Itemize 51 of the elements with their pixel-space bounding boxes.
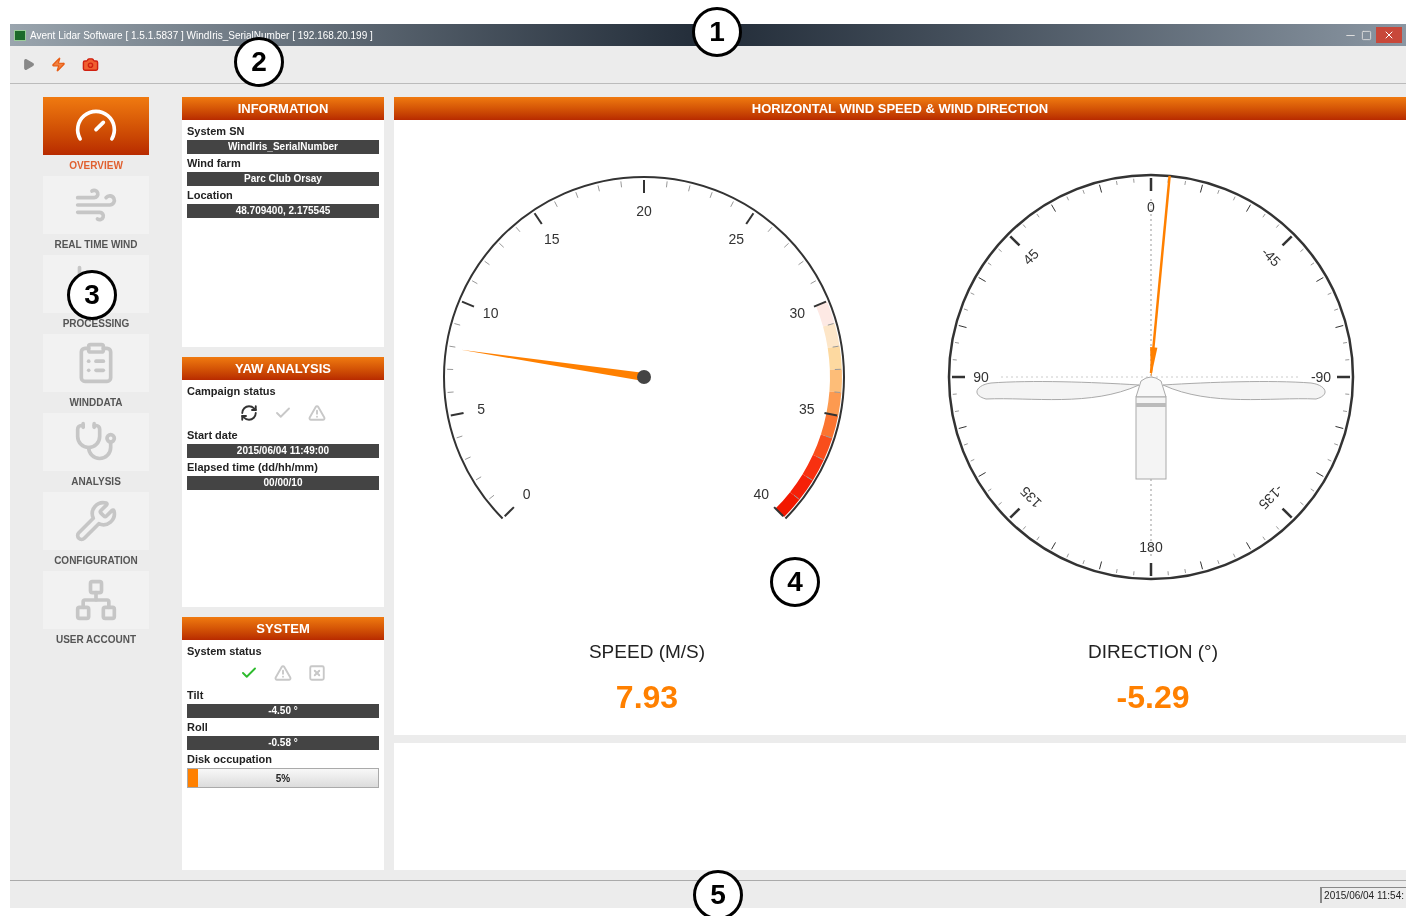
nav-label: REAL TIME WIND [54,238,138,252]
gauge-tick-label: 15 [544,231,560,247]
compass-label: 90 [973,369,989,385]
field-label: Wind farm [187,156,242,171]
panel-header: HORIZONTAL WIND SPEED & WIND DIRECTION [394,97,1406,120]
panel-header: YAW ANALYSIS [182,357,384,380]
field-label: System status [187,644,263,659]
field-value: 00/00/10 [187,476,379,490]
gauge-tick-label: 25 [728,231,744,247]
field-label: System SN [187,124,246,139]
nav-label: CONFIGURATION [54,554,138,568]
field-value: 48.709400, 2.175545 [187,204,379,218]
gauge-tick-label: 10 [482,305,499,322]
readout-label: SPEED (M/S) [588,640,706,664]
field-label: Start date [187,428,239,443]
readout-label: DIRECTION (°) [1088,640,1218,664]
field-value: WindIris_SerialNumber [187,140,379,154]
compass-label: 180 [1139,539,1163,555]
nav-label: USER ACCOUNT [55,633,137,647]
progress-reading: 5% [275,771,291,786]
gauge-tick-label: 20 [636,203,652,219]
field-label: Disk occupation [187,752,273,767]
field-label: Campaign status [187,384,277,399]
nav-label: WINDDATA [69,396,123,410]
readout-value: 7.93 [615,680,679,713]
callout-tooltip: 1 [692,7,742,57]
field-label: Tilt [187,688,205,703]
readout-value: -5.29 [1116,680,1190,713]
field-label: Roll [187,720,209,735]
field-value: Parc Club Orsay [187,172,379,186]
field-value: 2015/06/04 11:49:00 [187,444,379,458]
field-label: Location [187,188,234,203]
field-value: -4.50 ° [187,704,379,718]
panel-header: INFORMATION [182,97,384,120]
compass-label: -90 [1310,369,1332,385]
nav-label: PROCESSING [62,317,130,331]
field-value: -0.58 ° [187,736,379,750]
gauge-tick-label: 35 [799,401,815,418]
compass-label: -45 [1258,244,1284,270]
compass-label: 135 [1016,483,1045,512]
gauge-tick-label: 30 [789,305,806,322]
panel-header: SYSTEM [182,617,384,640]
field-label: Elapsed time (dd/hh/mm) [187,460,319,475]
gauge-tick-label: 0 [522,486,531,503]
nav-label: OVERVIEW [69,159,123,173]
compass-label: 0 [1147,199,1155,215]
gauge-tick-label: 5 [477,401,486,418]
compass-label: 45 [1019,245,1042,268]
status-datetime: 2015/06/04 11:54: [1320,886,1406,903]
gauge-tick-label: 40 [753,486,770,503]
nav-label: ANALYSIS [71,475,121,489]
